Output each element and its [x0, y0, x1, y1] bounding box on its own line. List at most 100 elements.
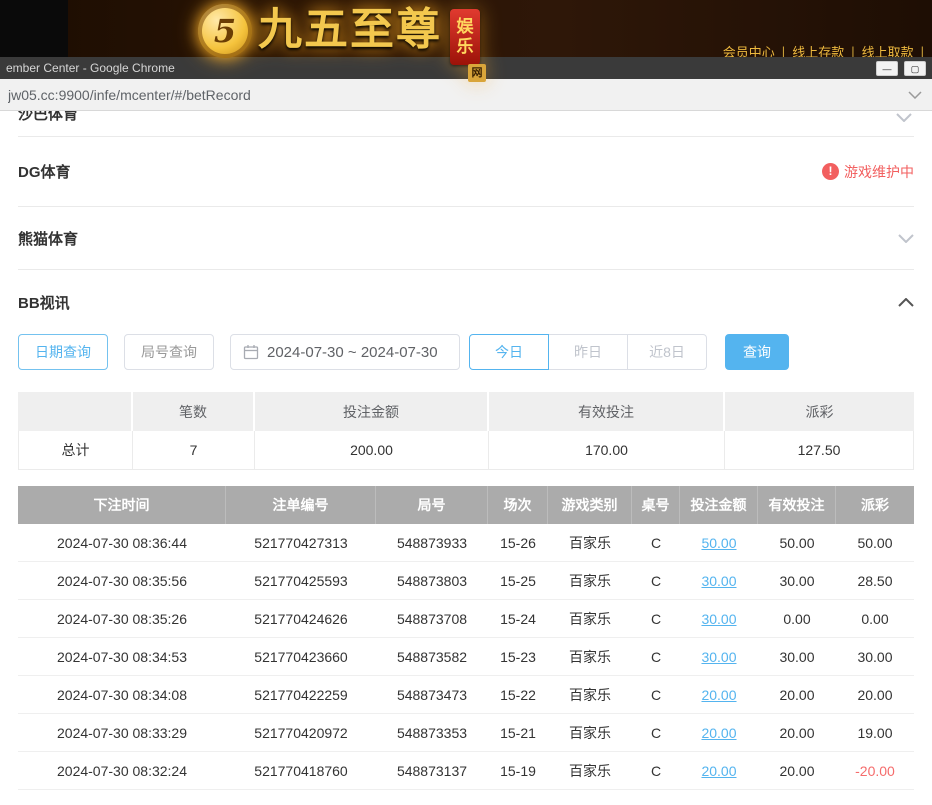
record-cell: 521770425593 [226, 562, 376, 600]
bet-amount-link[interactable]: 20.00 [701, 687, 736, 703]
record-cell: 0.00 [836, 600, 914, 638]
record-cell: 28.50 [836, 562, 914, 600]
record-cell: 2024-07-30 08:35:26 [18, 600, 226, 638]
bet-amount-link[interactable]: 20.00 [701, 725, 736, 741]
section-shaba-sports[interactable]: 沙巴体育 [18, 111, 914, 137]
record-cell: 2024-07-30 08:34:53 [18, 638, 226, 676]
record-cell: 百家乐 [548, 714, 632, 752]
stamp-char: 娱 [457, 17, 474, 37]
url-text: jw05.cc:9900/infe/mcenter/#/betRecord [8, 87, 908, 103]
date-range-input[interactable]: 2024-07-30 ~ 2024-07-30 [230, 334, 460, 370]
section-bb-video[interactable]: BB视讯 [18, 270, 914, 334]
section-dg-sports[interactable]: DG体育 ! 游戏维护中 [18, 137, 914, 207]
record-cell: 521770422259 [226, 676, 376, 714]
section-label: 沙巴体育 [18, 111, 78, 124]
record-cell: 521770423660 [226, 638, 376, 676]
summary-cell: 200.00 [255, 431, 489, 470]
record-cell: 50.00 [758, 524, 836, 562]
record-cell: 2024-07-30 08:36:44 [18, 524, 226, 562]
section-panda-sports[interactable]: 熊猫体育 [18, 207, 914, 270]
summary-header-cell: 派彩 [725, 392, 914, 431]
record-cell: 548873353 [376, 714, 488, 752]
summary-header-cell [18, 392, 133, 431]
record-cell: 20.00 [680, 714, 758, 752]
bet-record-page: 沙巴体育 DG体育 ! 游戏维护中 熊猫体育 BB视讯 日期查询 局号查询 [0, 111, 932, 790]
record-cell: C [632, 524, 680, 562]
record-header-cell: 下注时间 [18, 486, 226, 524]
record-cell: 521770420972 [226, 714, 376, 752]
record-cell: 15-21 [488, 714, 548, 752]
summary-cell: 170.00 [489, 431, 725, 470]
search-button[interactable]: 查询 [725, 334, 789, 370]
section-label: BB视讯 [18, 292, 70, 313]
record-cell: 30.00 [680, 638, 758, 676]
record-cell: 2024-07-30 08:35:56 [18, 562, 226, 600]
record-header-cell: 注单编号 [226, 486, 376, 524]
record-cell: 百家乐 [548, 638, 632, 676]
chevron-up-icon [898, 298, 914, 307]
record-cell: 百家乐 [548, 524, 632, 562]
record-cell: 548873933 [376, 524, 488, 562]
record-cell: 2024-07-30 08:32:24 [18, 752, 226, 790]
last8days-button[interactable]: 近8日 [627, 334, 707, 370]
logo-stamp: 娱 乐 网 [450, 9, 480, 65]
stamp-char: 乐 [457, 37, 474, 57]
bet-amount-link[interactable]: 30.00 [701, 573, 736, 589]
record-cell: 30.00 [680, 562, 758, 600]
record-cell: 2024-07-30 08:33:29 [18, 714, 226, 752]
url-chevron-down-icon[interactable] [908, 91, 922, 99]
site-logo: 5 九五至尊 娱 乐 网 [198, 4, 480, 65]
record-cell: 19.00 [836, 714, 914, 752]
bet-amount-link[interactable]: 30.00 [701, 611, 736, 627]
filter-bar: 日期查询 局号查询 2024-07-30 ~ 2024-07-30 今日 昨日 … [18, 334, 914, 370]
record-cell: 548873803 [376, 562, 488, 600]
record-header-cell: 局号 [376, 486, 488, 524]
record-cell: 30.00 [758, 638, 836, 676]
record-cell: C [632, 676, 680, 714]
record-cell: 30.00 [836, 638, 914, 676]
record-cell: 20.00 [680, 676, 758, 714]
date-range-value: 2024-07-30 ~ 2024-07-30 [267, 344, 438, 361]
today-button[interactable]: 今日 [469, 334, 549, 370]
records-table: 下注时间注单编号局号场次游戏类别桌号投注金额有效投注派彩2024-07-30 0… [18, 486, 914, 790]
date-query-button[interactable]: 日期查询 [18, 334, 108, 370]
logo-coin-icon: 5 [198, 4, 252, 58]
record-cell: 20.00 [680, 752, 758, 790]
stamp-net-badge: 网 [468, 64, 486, 82]
bet-amount-link[interactable]: 20.00 [701, 763, 736, 779]
summary-header-cell: 投注金额 [255, 392, 489, 431]
round-query-button[interactable]: 局号查询 [124, 334, 214, 370]
quick-date-segment: 今日 昨日 近8日 [469, 334, 707, 370]
record-cell: 百家乐 [548, 562, 632, 600]
record-cell: 2024-07-30 08:34:08 [18, 676, 226, 714]
record-cell: C [632, 638, 680, 676]
record-cell: 30.00 [680, 600, 758, 638]
record-cell: 548873708 [376, 600, 488, 638]
record-header-cell: 有效投注 [758, 486, 836, 524]
maximize-button[interactable]: ▢ [904, 61, 926, 76]
record-cell: 20.00 [758, 676, 836, 714]
yesterday-button[interactable]: 昨日 [548, 334, 628, 370]
record-cell: 20.00 [836, 676, 914, 714]
record-header-cell: 场次 [488, 486, 548, 524]
record-cell: 548873137 [376, 752, 488, 790]
banner-left-block [0, 0, 68, 57]
alert-icon: ! [822, 163, 839, 180]
record-cell: 百家乐 [548, 676, 632, 714]
url-bar[interactable]: jw05.cc:9900/infe/mcenter/#/betRecord [0, 79, 932, 111]
summary-header-cell: 有效投注 [489, 392, 725, 431]
record-cell: C [632, 600, 680, 638]
record-cell: 15-23 [488, 638, 548, 676]
summary-table: 笔数投注金额有效投注派彩总计7200.00170.00127.50 [18, 392, 914, 470]
record-cell: 548873473 [376, 676, 488, 714]
minimize-button[interactable]: — [876, 61, 898, 76]
record-cell: 548873582 [376, 638, 488, 676]
record-cell: 50.00 [836, 524, 914, 562]
calendar-icon [243, 344, 259, 360]
record-cell: 15-26 [488, 524, 548, 562]
bet-amount-link[interactable]: 50.00 [701, 535, 736, 551]
record-cell: 521770418760 [226, 752, 376, 790]
record-cell: C [632, 714, 680, 752]
summary-header-cell: 笔数 [133, 392, 255, 431]
bet-amount-link[interactable]: 30.00 [701, 649, 736, 665]
